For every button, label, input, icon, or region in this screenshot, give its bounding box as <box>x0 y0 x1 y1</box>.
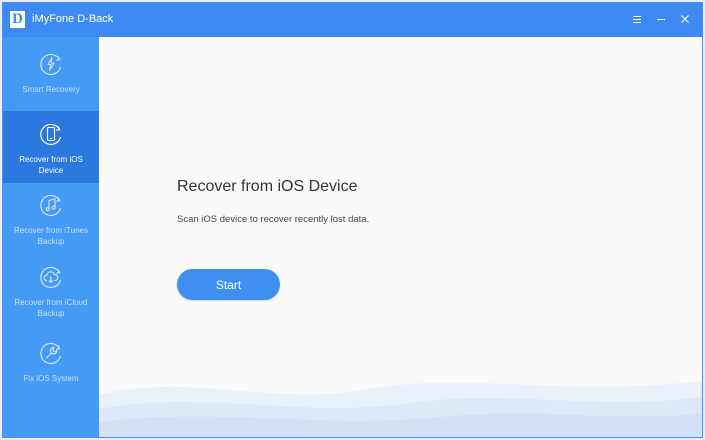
window-controls <box>630 12 692 26</box>
page-description: Scan iOS device to recover recently lost… <box>177 214 370 225</box>
wave-decoration <box>99 381 702 437</box>
minimize-button[interactable] <box>654 12 668 26</box>
sidebar-item-label: Smart Recovery <box>22 85 80 94</box>
cloud-download-icon <box>40 266 62 289</box>
sidebar-item-smart-recovery[interactable]: Smart Recovery <box>3 50 99 108</box>
sidebar-item-label: Recover from iCloud Backup <box>14 298 88 318</box>
sidebar-item-ios-device[interactable]: Recover from iOS Device <box>3 111 99 183</box>
sidebar: Smart Recovery Recover from iOS Device R… <box>3 37 99 437</box>
app-window: D iMyFone D-Back Smart Recovery Recover … <box>2 2 703 438</box>
sidebar-item-label: Recover from iOS Device <box>19 155 83 175</box>
app-title: iMyFone D-Back <box>32 13 114 25</box>
wrench-icon <box>40 342 62 365</box>
minimize-icon <box>657 18 665 20</box>
page-title: Recover from iOS Device <box>177 178 358 195</box>
sidebar-item-label: Recover from iTunes Backup <box>14 226 88 246</box>
sidebar-item-icloud-backup[interactable]: Recover from iCloud Backup <box>3 263 99 323</box>
sidebar-item-label: Fix iOS System <box>23 374 79 383</box>
close-button[interactable] <box>678 12 692 26</box>
close-icon <box>681 15 689 23</box>
title-bar: D iMyFone D-Back <box>3 3 702 37</box>
sidebar-item-itunes-backup[interactable]: Recover from iTunes Backup <box>3 191 99 251</box>
phone-refresh-icon <box>40 123 62 146</box>
menu-icon <box>633 15 641 23</box>
main-panel: Recover from iOS Device Scan iOS device … <box>99 37 702 437</box>
menu-button[interactable] <box>630 12 644 26</box>
app-logo: D <box>10 11 25 28</box>
start-button[interactable]: Start <box>177 269 280 300</box>
lightning-refresh-icon <box>40 53 62 76</box>
sidebar-item-fix-ios-system[interactable]: Fix iOS System <box>3 339 99 389</box>
music-note-icon <box>40 194 62 217</box>
